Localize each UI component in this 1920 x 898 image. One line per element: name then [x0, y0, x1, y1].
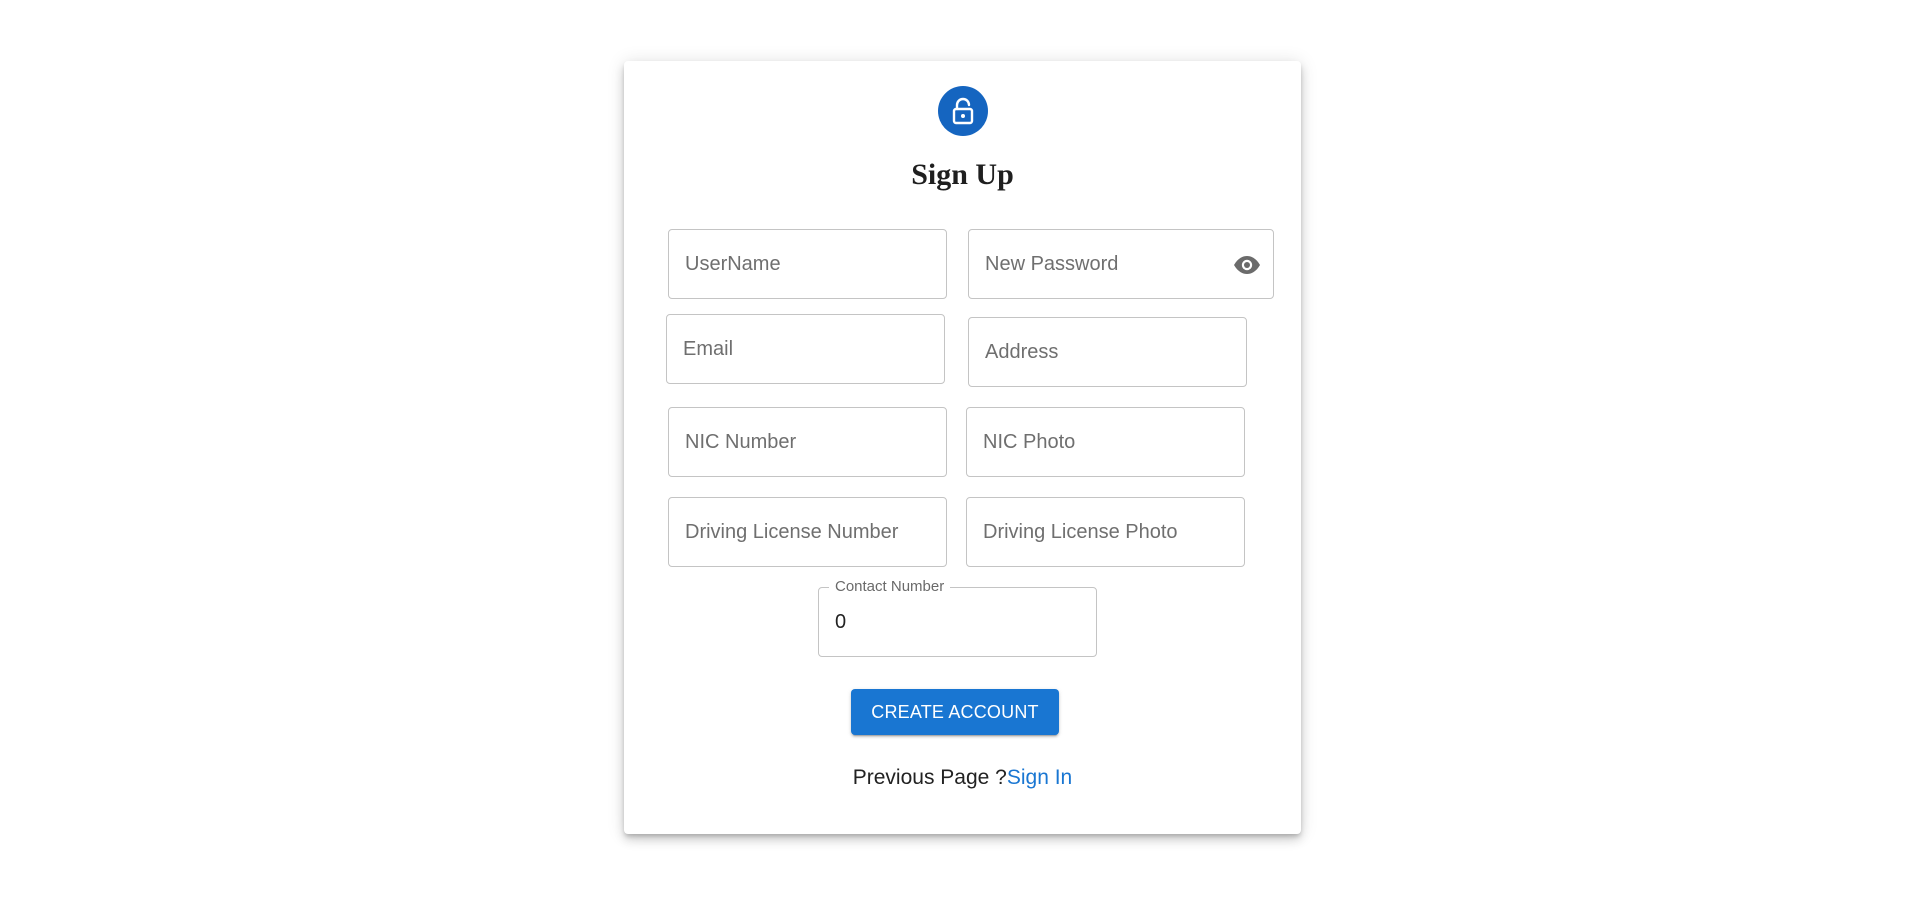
username-input[interactable]	[669, 230, 946, 298]
address-field-wrapper	[968, 317, 1247, 387]
contact-number-field-wrapper: Contact Number	[818, 578, 1097, 657]
email-field-wrapper	[666, 314, 945, 384]
create-account-button[interactable]: CREATE ACCOUNT	[851, 689, 1059, 735]
lock-avatar	[938, 86, 988, 136]
nic-number-field-wrapper	[668, 407, 947, 477]
driving-license-photo-input[interactable]	[967, 498, 1244, 566]
nic-number-input[interactable]	[669, 408, 946, 476]
email-input[interactable]	[667, 315, 944, 383]
username-field-wrapper	[668, 229, 947, 299]
nic-photo-input[interactable]	[967, 408, 1244, 476]
new-password-input[interactable]	[969, 230, 1273, 298]
eye-icon[interactable]	[1233, 253, 1261, 277]
driving-license-photo-field-wrapper	[966, 497, 1245, 567]
sign-in-link[interactable]: Sign In	[1007, 766, 1072, 789]
driving-license-number-input[interactable]	[669, 498, 946, 566]
driving-license-number-field-wrapper	[668, 497, 947, 567]
page-title: Sign Up	[911, 158, 1014, 191]
footer-text: Previous Page ?Sign In	[624, 766, 1301, 790]
lock-open-icon	[952, 97, 974, 125]
address-input[interactable]	[969, 318, 1246, 386]
contact-number-input[interactable]	[819, 588, 1096, 656]
nic-photo-field-wrapper	[966, 407, 1245, 477]
previous-page-prompt: Previous Page ?	[852, 766, 1007, 789]
password-field-wrapper	[968, 229, 1274, 299]
